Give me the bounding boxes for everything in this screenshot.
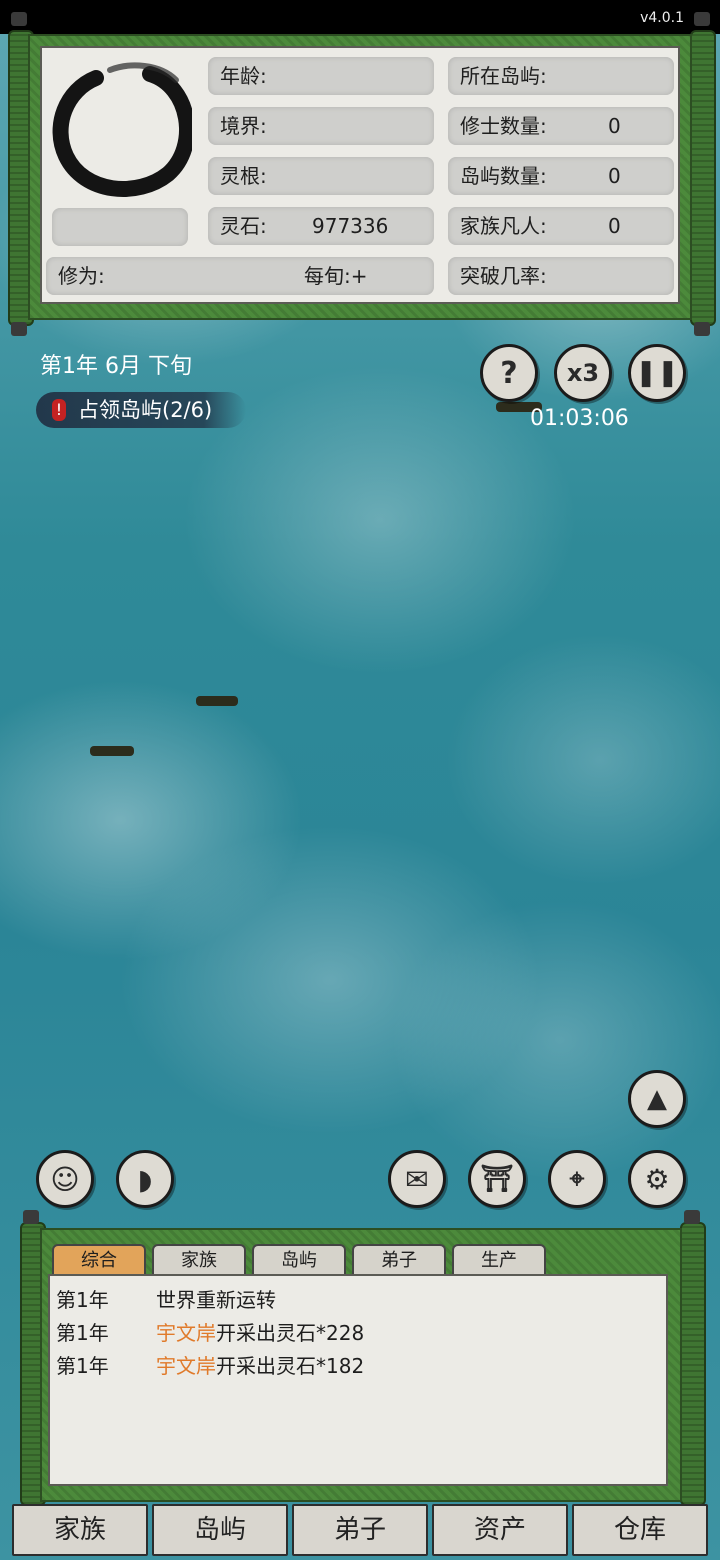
game-date: 第1年 6月 下旬 [40,354,192,379]
shrine-button[interactable]: ⛩ [468,1150,526,1208]
settings-button[interactable]: ⚙ [628,1150,686,1208]
realm-field: 境界: [208,107,434,145]
pause-icon: ❚❚ [635,358,679,388]
log-message: 宇文岸开采出灵石*228 [156,1317,364,1346]
realm-label: 境界: [220,114,267,138]
help-button[interactable]: ? [480,344,538,402]
stone-value: 977336 [312,214,389,238]
horn-icon: ◗ [137,1162,153,1196]
pause-button[interactable]: ❚❚ [628,344,686,402]
log-year: 第1年 [56,1354,109,1378]
scroll-knob [23,1210,39,1224]
mortals-label: 家族凡人: [460,214,547,238]
shrine-icon: ⛩ [480,1164,514,1194]
character-icon: ☺ [50,1162,80,1196]
cultivators-field: 修士数量: 0 [448,107,674,145]
breakthrough-label: 突破几率: [460,264,547,288]
island-label: 所在岛屿: [460,64,547,88]
name-field [52,208,188,246]
log-year: 第1年 [56,1321,109,1345]
log-rod-right [680,1222,706,1506]
scroll-knob [684,1210,700,1224]
mountain-icon: ▲ [647,1084,667,1114]
log-text: 开采出灵石*182 [216,1354,365,1378]
mail-button[interactable]: ✉ [388,1150,446,1208]
root-label: 灵根: [220,164,267,188]
nav-disciple-button[interactable]: 弟子 [292,1504,428,1556]
island-marker[interactable] [196,696,238,706]
location-button[interactable]: ⌖ [548,1150,606,1208]
quest-banner[interactable]: ! 占领岛屿(2/6) [36,392,246,428]
speed-button[interactable]: x3 [554,344,612,402]
log-text: 开采出灵石*228 [216,1321,365,1345]
scroll-knob [11,322,27,336]
speed-x3-icon: x3 [566,359,600,387]
status-bar: v4.0.1 [0,0,720,34]
cultivators-value: 0 [608,114,621,138]
tab-family[interactable]: 家族 [152,1244,246,1276]
cultivation-field: 修为: 每旬:+ [46,257,434,295]
age-label: 年龄: [220,64,267,88]
mortals-value: 0 [608,214,621,238]
alert-icon: ! [52,399,66,421]
log-name[interactable]: 宇文岸 [156,1354,216,1378]
mortals-field: 家族凡人: 0 [448,207,674,245]
horn-button[interactable]: ◗ [116,1150,174,1208]
log-year: 第1年 [56,1288,109,1312]
scroll-knob [694,322,710,336]
mail-icon: ✉ [405,1162,429,1196]
log-text: 世界重新运转 [156,1288,276,1312]
avatar-enso-icon[interactable] [50,56,192,198]
nav-island-button[interactable]: 岛屿 [152,1504,288,1556]
stone-label: 灵石: [220,214,267,238]
breakthrough-field: 突破几率: [448,257,674,295]
island-count-label: 岛屿数量: [460,164,547,188]
log-name[interactable]: 宇文岸 [156,1321,216,1345]
timer-display: 01:03:06 [530,406,629,431]
gear-icon: ⚙ [644,1162,670,1196]
log-message: 宇文岸开采出灵石*182 [156,1350,364,1379]
tab-island[interactable]: 岛屿 [252,1244,346,1276]
tab-disciple[interactable]: 弟子 [352,1244,446,1276]
island-marker[interactable] [90,746,134,756]
island-count-field: 岛屿数量: 0 [448,157,674,195]
per-turn-label: 每旬:+ [304,264,368,288]
log-message: 世界重新运转 [156,1284,276,1313]
nav-warehouse-button[interactable]: 仓库 [572,1504,708,1556]
tab-production[interactable]: 生产 [452,1244,546,1276]
character-button[interactable]: ☺ [36,1150,94,1208]
scroll-knob [694,12,710,26]
island-field: 所在岛屿: [448,57,674,95]
location-pin-icon: ⌖ [569,1163,585,1194]
cultivation-label: 修为: [58,264,105,288]
nav-family-button[interactable]: 家族 [12,1504,148,1556]
age-field: 年龄: [208,57,434,95]
mountain-button[interactable]: ▲ [628,1070,686,1128]
stone-field: 灵石: 977336 [208,207,434,245]
island-count-value: 0 [608,164,621,188]
quest-text: 占领岛屿(2/6) [78,398,213,422]
root-field: 灵根: [208,157,434,195]
cultivators-label: 修士数量: [460,114,547,138]
tab-general[interactable]: 综合 [52,1244,146,1276]
scroll-rod-right [690,30,716,326]
scroll-knob [11,12,27,26]
nav-assets-button[interactable]: 资产 [432,1504,568,1556]
version-label: v4.0.1 [640,10,684,26]
question-icon: ? [500,355,518,391]
